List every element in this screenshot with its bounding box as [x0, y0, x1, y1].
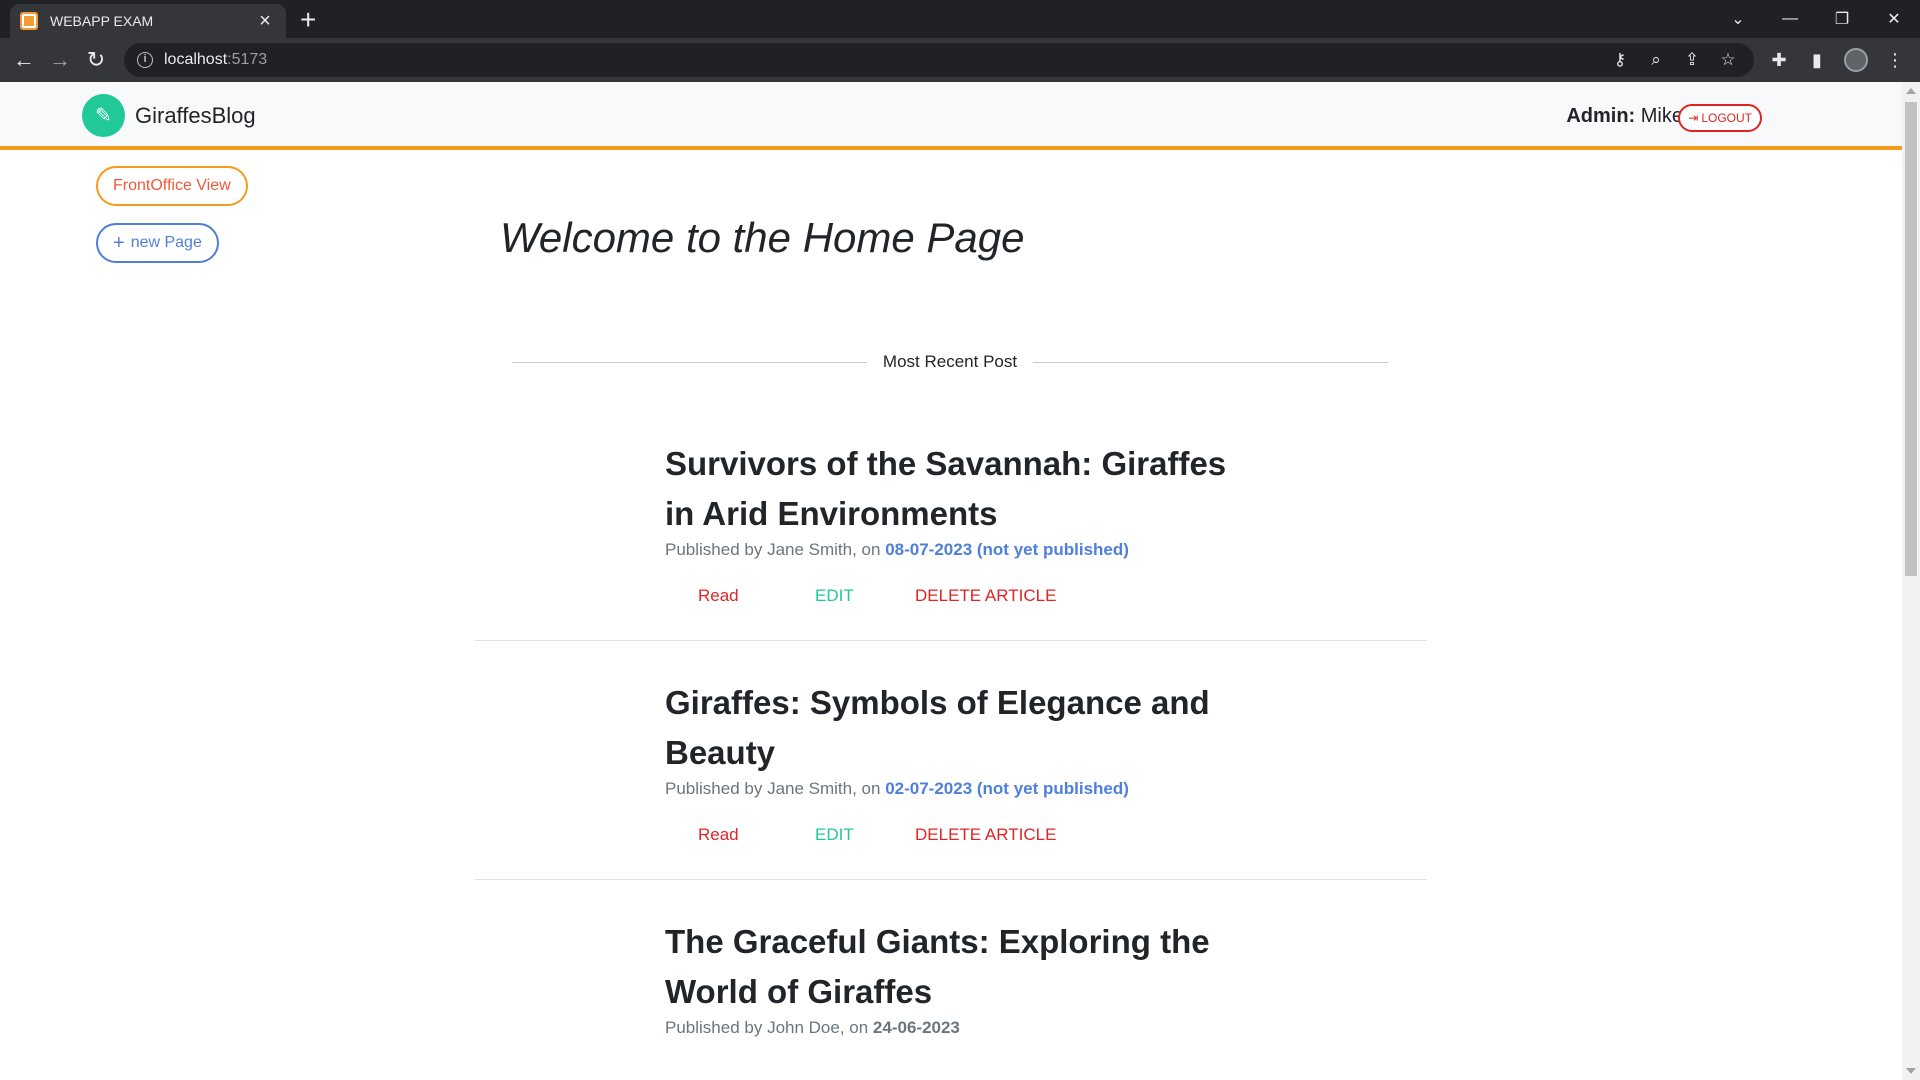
browser-extensions: ✚ ▮ ⋮	[1768, 48, 1906, 72]
post-meta: Published by Jane Smith, on 08-07-2023 (…	[665, 540, 1427, 560]
omnibox-actions: ⚷ ⌕ ⇪ ☆	[1610, 50, 1738, 70]
url-port: :5173	[227, 51, 268, 68]
frontoffice-view-label: FrontOffice View	[113, 177, 231, 194]
post-card: The Graceful Giants: Exploring the World…	[475, 917, 1427, 1038]
read-link[interactable]: Read	[698, 586, 739, 606]
edit-link[interactable]: EDIT	[815, 586, 854, 606]
scroll-thumb[interactable]	[1905, 102, 1917, 576]
tab-favicon-icon	[20, 12, 38, 30]
delete-article-link[interactable]: DELETE ARTICLE	[915, 825, 1056, 845]
post-actions: Read EDIT DELETE ARTICLE	[665, 825, 1427, 849]
post-title: Giraffes: Symbols of Elegance and Beauty	[665, 684, 1210, 771]
side-panel-icon[interactable]: ▮	[1806, 50, 1828, 71]
window-controls: ⌄ — ❐ ✕	[1712, 0, 1920, 38]
post-card: Giraffes: Symbols of Elegance and Beauty…	[475, 678, 1427, 880]
scroll-up-arrow-icon[interactable]	[1906, 88, 1916, 94]
menu-kebab-icon[interactable]: ⋮	[1884, 50, 1906, 71]
bookmark-star-icon[interactable]: ☆	[1718, 50, 1738, 70]
post-author: Published by Jane Smith, on	[665, 540, 886, 559]
post-date: 24-06-2023	[872, 1018, 960, 1037]
profile-avatar[interactable]	[1844, 48, 1868, 72]
forward-icon[interactable]: →	[46, 46, 74, 74]
url-host: localhost	[164, 51, 228, 68]
post-date: 02-07-2023	[885, 779, 973, 798]
admin-info: Admin: Mike	[1566, 105, 1683, 128]
new-page-button[interactable]: + new Page	[96, 223, 219, 263]
extensions-puzzle-icon[interactable]: ✚	[1768, 50, 1790, 71]
browser-tab[interactable]: WEBAPP EXAM ×	[10, 4, 286, 38]
divider-line	[512, 361, 867, 363]
site-navbar: ✎ GiraffesBlog Admin: Mike ⇥ LOGOUT	[0, 82, 1902, 150]
brand-name: GiraffesBlog	[135, 102, 256, 128]
read-link[interactable]: Read	[698, 825, 739, 845]
share-icon[interactable]: ⇪	[1682, 50, 1702, 70]
admin-name: Mike	[1640, 105, 1683, 127]
new-page-label: new Page	[130, 234, 202, 251]
tab-title: WEBAPP EXAM	[50, 13, 154, 29]
post-card: Survivors of the Savannah: Giraffes in A…	[475, 439, 1427, 641]
logout-label: LOGOUT	[1701, 111, 1752, 125]
site-info-icon[interactable]: i	[137, 52, 153, 68]
post-separator	[475, 879, 1427, 880]
post-meta: Published by John Doe, on 24-06-2023	[665, 1018, 1427, 1038]
post-title: The Graceful Giants: Exploring the World…	[665, 923, 1210, 1010]
browser-tab-strip: WEBAPP EXAM × + ⌄ — ❐ ✕	[0, 0, 1920, 38]
brand[interactable]: ✎ GiraffesBlog	[82, 94, 256, 137]
post-title: Survivors of the Savannah: Giraffes in A…	[665, 445, 1227, 532]
divider-label: Most Recent Post	[882, 352, 1018, 371]
address-bar[interactable]: i localhost:5173 ⚷ ⌕ ⇪ ☆	[124, 43, 1754, 77]
logout-icon: ⇥	[1688, 111, 1699, 125]
edit-link[interactable]: EDIT	[815, 825, 854, 845]
tab-close-icon[interactable]: ×	[254, 10, 276, 32]
web-page: ✎ GiraffesBlog Admin: Mike ⇥ LOGOUT Fron…	[0, 82, 1902, 1080]
key-icon[interactable]: ⚷	[1610, 50, 1630, 70]
section-divider: Most Recent Post	[512, 352, 1389, 372]
post-author: Published by John Doe, on	[665, 1018, 873, 1037]
reload-icon[interactable]: ↻	[82, 46, 110, 74]
frontoffice-view-button[interactable]: FrontOffice View	[96, 166, 248, 206]
post-separator	[475, 640, 1427, 641]
window-close-icon[interactable]: ✕	[1868, 9, 1920, 29]
post-date: 08-07-2023	[885, 540, 973, 559]
scroll-down-arrow-icon[interactable]	[1906, 1068, 1916, 1074]
page-title: Welcome to the Home Page	[500, 214, 1025, 261]
minimize-icon[interactable]: —	[1764, 10, 1816, 28]
post-actions: Read EDIT DELETE ARTICLE	[665, 586, 1427, 610]
back-icon[interactable]: ←	[10, 46, 38, 74]
post-status: (not yet published)	[972, 779, 1129, 798]
restore-icon[interactable]: ❐	[1816, 9, 1868, 29]
post-author: Published by Jane Smith, on	[665, 779, 886, 798]
page-scrollbar[interactable]	[1902, 82, 1920, 1080]
logout-button[interactable]: ⇥ LOGOUT	[1678, 104, 1762, 132]
tab-search-icon[interactable]: ⌄	[1712, 9, 1764, 29]
delete-article-link[interactable]: DELETE ARTICLE	[915, 586, 1056, 606]
browser-toolbar: ← → ↻ i localhost:5173 ⚷ ⌕ ⇪ ☆ ✚ ▮ ⋮	[0, 38, 1920, 82]
new-tab-icon[interactable]: +	[300, 6, 316, 34]
zoom-icon[interactable]: ⌕	[1646, 50, 1666, 70]
post-meta: Published by Jane Smith, on 02-07-2023 (…	[665, 779, 1427, 799]
admin-label: Admin:	[1566, 105, 1636, 127]
divider-line	[1033, 361, 1389, 363]
plus-icon: +	[113, 232, 125, 254]
url-text: localhost:5173	[164, 51, 267, 69]
edit-pencil-icon: ✎	[82, 94, 125, 137]
post-status: (not yet published)	[972, 540, 1129, 559]
